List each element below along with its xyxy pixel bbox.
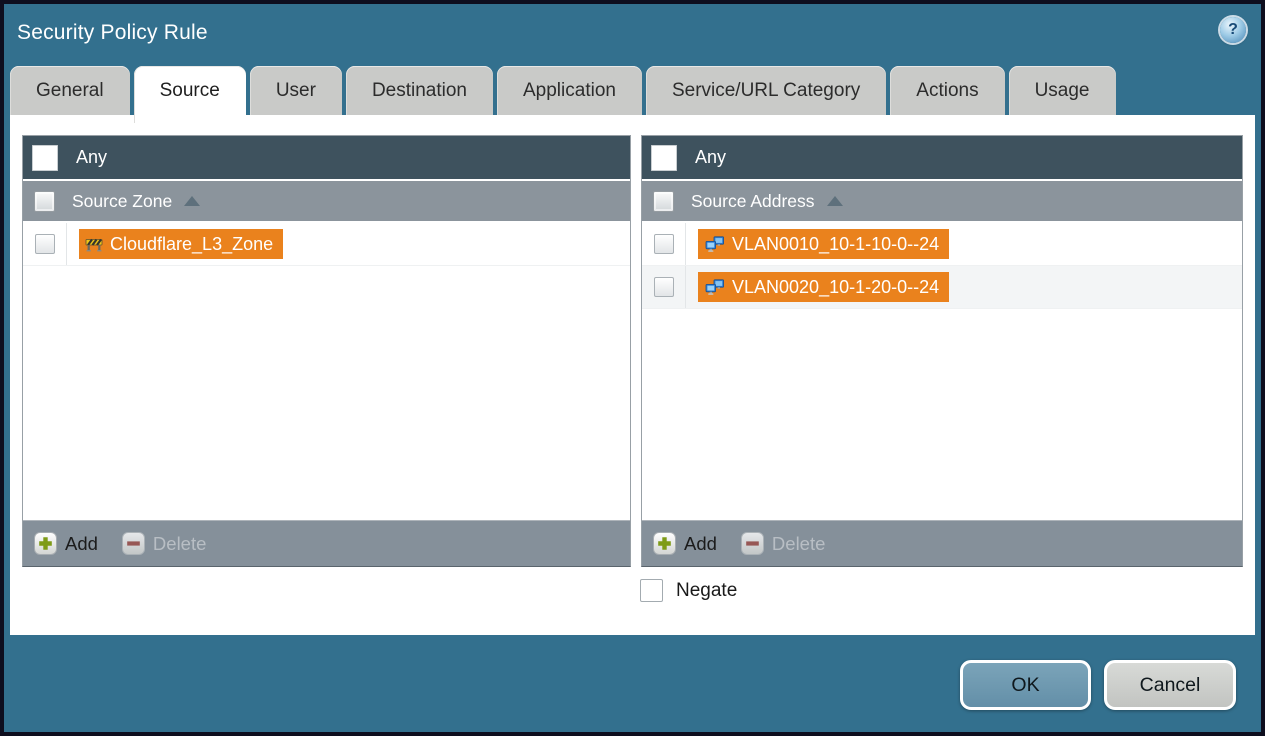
cancel-button[interactable]: Cancel <box>1104 660 1236 710</box>
row-checkbox[interactable] <box>34 234 55 254</box>
source-zone-list: Cloudflare_L3_Zone <box>23 221 630 520</box>
add-button[interactable]: Add <box>34 532 98 555</box>
tab-usage[interactable]: Usage <box>1008 66 1116 115</box>
security-policy-rule-dialog: Security Policy Rule ? General Source Us… <box>0 0 1265 736</box>
tab-user[interactable]: User <box>249 66 342 115</box>
table-row[interactable]: VLAN0010_10-1-10-0--24 <box>642 223 1242 266</box>
zone-name: Cloudflare_L3_Zone <box>110 233 274 254</box>
source-address-any-checkbox[interactable] <box>651 144 677 171</box>
tab-general[interactable]: General <box>10 66 130 115</box>
delete-icon <box>740 532 764 555</box>
source-zone-column-label: Source Zone <box>72 190 173 211</box>
network-icon <box>705 235 725 252</box>
table-row[interactable]: Cloudflare_L3_Zone <box>23 223 630 266</box>
tab-actions[interactable]: Actions <box>890 66 1005 115</box>
source-address-column-header[interactable]: Source Address <box>642 179 1242 221</box>
add-icon <box>653 532 676 555</box>
delete-icon <box>121 532 145 555</box>
row-checkbox-cell <box>23 223 67 265</box>
network-icon <box>705 278 725 295</box>
tab-source[interactable]: Source <box>133 66 246 123</box>
row-checkbox-cell <box>642 266 686 308</box>
delete-button[interactable]: Delete <box>121 532 207 555</box>
tab-application[interactable]: Application <box>497 66 642 115</box>
negate-label: Negate <box>676 579 738 601</box>
ok-button[interactable]: OK <box>960 660 1091 710</box>
source-zone-column-header[interactable]: Source Zone <box>23 179 630 221</box>
zone-icon <box>85 238 103 252</box>
table-row[interactable]: VLAN0020_10-1-20-0--24 <box>642 266 1242 309</box>
add-button[interactable]: Add <box>653 532 717 555</box>
title-bar: Security Policy Rule ? <box>4 4 1261 62</box>
tab-service-url-category[interactable]: Service/URL Category <box>645 66 887 115</box>
source-address-any-header: Any <box>642 136 1242 179</box>
source-tab-content: Any Source Zone Cloudflare_L3_Zone Add D… <box>10 115 1255 635</box>
source-zone-select-all-checkbox[interactable] <box>34 190 55 212</box>
source-zone-any-label: Any <box>76 147 108 167</box>
sort-ascending-icon[interactable] <box>184 196 201 206</box>
source-zone-any-header: Any <box>23 136 630 179</box>
address-name: VLAN0020_10-1-20-0--24 <box>732 276 940 297</box>
negate-row: Negate <box>640 579 1255 602</box>
source-zone-toolbar: Add Delete <box>23 520 630 566</box>
add-label: Add <box>65 532 98 554</box>
negate-checkbox[interactable] <box>640 579 663 602</box>
source-zone-panel: Any Source Zone Cloudflare_L3_Zone Add D… <box>22 135 631 567</box>
source-address-list: VLAN0010_10-1-10-0--24 VLAN0020_10-1-20-… <box>642 221 1242 520</box>
add-label: Add <box>684 532 717 554</box>
delete-label: Delete <box>771 532 826 554</box>
delete-button[interactable]: Delete <box>740 532 826 555</box>
dialog-footer: OK Cancel <box>4 635 1261 732</box>
source-address-toolbar: Add Delete <box>642 520 1242 566</box>
help-icon[interactable]: ? <box>1220 17 1246 43</box>
row-checkbox[interactable] <box>653 234 674 254</box>
address-name: VLAN0010_10-1-10-0--24 <box>732 233 940 254</box>
tab-bar: General Source User Destination Applicat… <box>4 62 1261 123</box>
zone-chip[interactable]: Cloudflare_L3_Zone <box>79 229 284 259</box>
source-address-any-label: Any <box>695 147 727 167</box>
address-chip[interactable]: VLAN0010_10-1-10-0--24 <box>698 229 950 259</box>
source-address-column-label: Source Address <box>691 190 815 211</box>
tab-destination[interactable]: Destination <box>345 66 493 115</box>
row-checkbox-cell <box>642 223 686 265</box>
source-address-panel: Any Source Address VLAN0010_10-1-10-0--2… <box>641 135 1243 567</box>
source-zone-any-checkbox[interactable] <box>32 144 58 171</box>
dialog-title: Security Policy Rule <box>17 21 208 44</box>
address-chip[interactable]: VLAN0020_10-1-20-0--24 <box>698 272 950 302</box>
source-address-select-all-checkbox[interactable] <box>653 190 674 212</box>
sort-ascending-icon[interactable] <box>826 196 843 206</box>
delete-label: Delete <box>152 532 207 554</box>
panels-container: Any Source Zone Cloudflare_L3_Zone Add D… <box>10 115 1255 567</box>
row-checkbox[interactable] <box>653 277 674 297</box>
add-icon <box>34 532 57 555</box>
